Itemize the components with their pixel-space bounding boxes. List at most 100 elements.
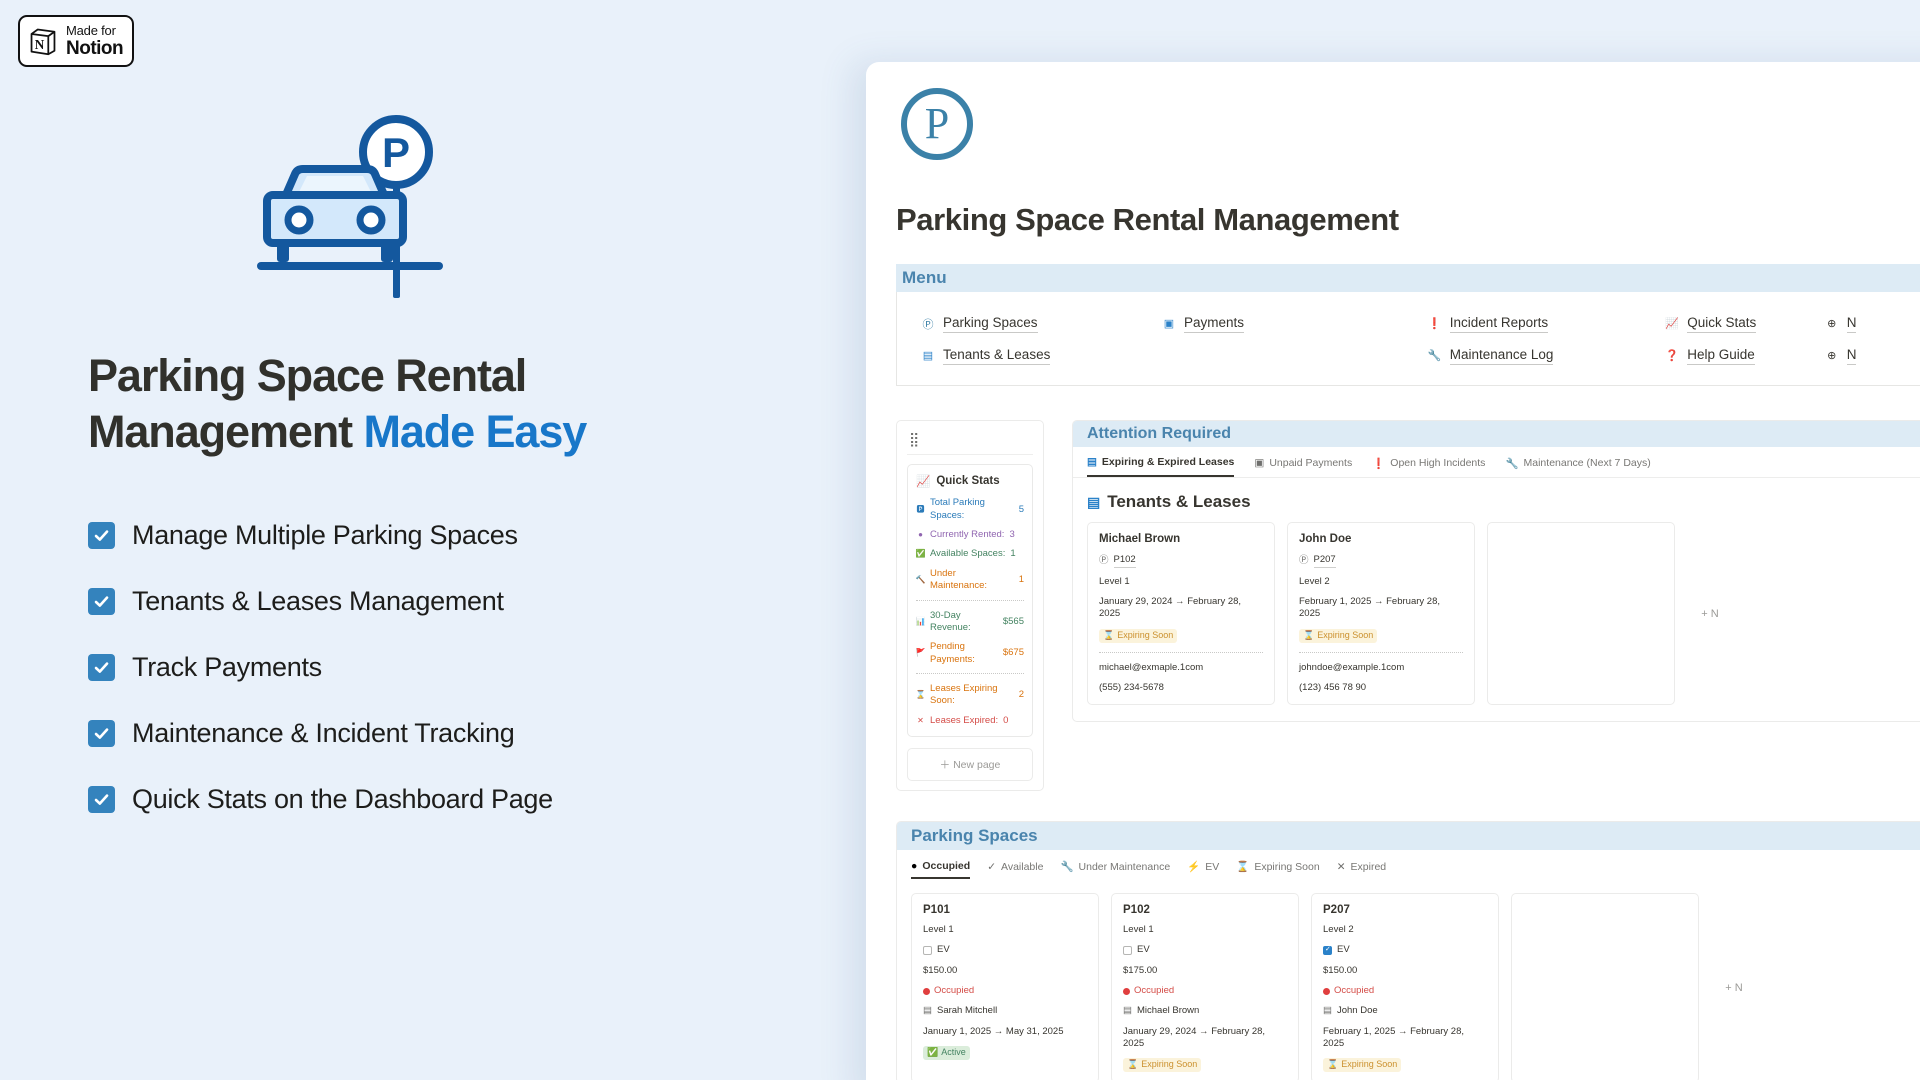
menu-item-label: Parking Spaces <box>943 314 1038 334</box>
tab-label: Maintenance (Next 7 Days) <box>1523 457 1651 470</box>
notion-app-window: P Parking Space Rental Management Menu Ⓟ… <box>866 62 1920 1080</box>
menu-column-1: Ⓟ Parking Spaces ▤ Tenants & Leases <box>921 314 1162 366</box>
tab-label: Available <box>1001 860 1044 873</box>
tab-label: EV <box>1205 860 1220 873</box>
person-icon: ▤ <box>1323 1005 1332 1017</box>
status-label: Expiring Soon <box>1317 629 1374 640</box>
heading-line-2-plain: Management <box>88 406 364 458</box>
status-label: Occupied <box>934 984 975 996</box>
stat-value: $565 <box>1002 615 1024 627</box>
space-lease-status-row: ⌛ Expiring Soon <box>1323 1058 1487 1072</box>
tenant-card-empty[interactable] <box>1487 522 1675 706</box>
page-title: Parking Space Rental Management Made Eas… <box>88 348 788 461</box>
space-ev-row[interactable]: EV <box>1123 944 1287 956</box>
parking-space-card[interactable]: P207 Level 2 EV $150.00 Occupied <box>1311 892 1499 1080</box>
menu-item-label: Maintenance Log <box>1449 346 1554 366</box>
parking-space-card-empty[interactable] <box>1511 892 1699 1080</box>
payment-icon: ▣ <box>1254 457 1265 470</box>
parking-space-card[interactable]: P102 Level 1 EV $175.00 Occupied ▤ Micha… <box>1111 892 1299 1080</box>
tab-under-maintenance[interactable]: 🔧 Under Maintenance <box>1060 860 1170 879</box>
menu-item-tenants-leases[interactable]: ▤ Tenants & Leases <box>921 346 1162 366</box>
space-ev-row[interactable]: EV <box>923 944 1087 956</box>
tenant-card[interactable]: Michael Brown Ⓟ P102 Level 1 January 29,… <box>1087 522 1275 706</box>
hourglass-icon: ⌛ <box>915 690 926 700</box>
grid-icon[interactable]: ⣿ <box>907 430 1033 454</box>
tab-expiring-expired-leases[interactable]: ▤ Expiring & Expired Leases <box>1087 456 1235 478</box>
menu-item-maintenance-log[interactable]: 🔧 Maintenance Log <box>1428 346 1665 366</box>
space-price: $175.00 <box>1123 964 1158 976</box>
tenant-space-row: Ⓟ P102 <box>1099 554 1263 568</box>
alert-icon: ❗ <box>1427 318 1442 331</box>
menu-column-4: 📈 Quick Stats ❓ Help Guide <box>1665 314 1824 366</box>
tenant-dates: January 29, 2024 → February 28, 2025 <box>1099 596 1242 620</box>
tab-ev[interactable]: ⚡ EV <box>1187 860 1219 879</box>
person-icon: ▤ <box>923 1005 932 1017</box>
hourglass-icon: ⌛ <box>1236 861 1250 874</box>
menu-item-quick-stats[interactable]: 📈 Quick Stats <box>1665 314 1824 334</box>
status-badge: ⌛ Expiring Soon <box>1299 628 1378 643</box>
tenant-card[interactable]: John Doe Ⓟ P207 Level 2 February 1, 2025… <box>1287 522 1475 706</box>
space-id: P207 <box>1323 903 1350 916</box>
menu-item-new-2[interactable]: ⊕ N <box>1825 346 1920 366</box>
ev-checkbox[interactable] <box>1123 945 1132 955</box>
stat-30-day-revenue: 📊 30-Day Revenue: $565 <box>916 610 1024 635</box>
tenant-level: Level 1 <box>1099 575 1130 587</box>
menu-item-incident-reports[interactable]: ❗ Incident Reports <box>1427 314 1665 334</box>
checkbox-checked-icon <box>88 785 115 813</box>
parking-icon: Ⓟ <box>922 318 934 331</box>
lease-status-label: Expiring Soon <box>1141 1059 1198 1070</box>
ev-checkbox[interactable] <box>923 945 932 955</box>
space-tenant: Michael Brown <box>1136 1005 1200 1017</box>
menu-item-help-guide[interactable]: ❓ Help Guide <box>1665 346 1824 366</box>
new-page-button[interactable]: ＋ New page <box>907 747 1033 781</box>
hourglass-icon: ⌛ <box>1103 629 1115 640</box>
tenant-email: michael@exmaple.1com <box>1099 661 1204 673</box>
stat-available-spaces: ✅ Available Spaces: 1 <box>916 548 1024 560</box>
tab-maintenance-next-7-days[interactable]: 🔧 Maintenance (Next 7 Days) <box>1505 456 1650 477</box>
tenant-space: P102 <box>1113 554 1136 568</box>
tab-occupied[interactable]: ● Occupied <box>911 860 971 879</box>
space-status-row: Occupied <box>1323 985 1487 997</box>
stat-value: 5 <box>1018 503 1024 515</box>
space-id: P102 <box>1123 903 1150 916</box>
space-status-row: Occupied <box>923 985 1087 997</box>
plug-icon: ⚡ <box>1187 861 1201 874</box>
green-check-icon: ✅ <box>915 549 926 559</box>
add-tenant-card-button[interactable]: + N <box>1687 522 1733 705</box>
wrench-icon: 🔧 <box>1505 457 1519 470</box>
parking-car-illustration: P <box>255 112 445 307</box>
check-icon: ✓ <box>987 860 997 873</box>
tenants-icon: ▤ <box>1087 493 1101 510</box>
add-parking-space-button[interactable]: + N <box>1711 893 1757 1080</box>
ev-checkbox[interactable] <box>1323 945 1332 955</box>
dotted-divider <box>1099 651 1263 653</box>
tab-expiring-soon[interactable]: ⌛ Expiring Soon <box>1236 860 1319 879</box>
status-label: Occupied <box>1334 984 1375 996</box>
tenant-status-row: ⌛ Expiring Soon <box>1099 628 1263 643</box>
tenant-dates: February 1, 2025 → February 28, 2025 <box>1299 596 1440 620</box>
id-card-icon: ▤ <box>1087 456 1097 469</box>
menu-item-parking-spaces[interactable]: Ⓟ Parking Spaces <box>921 314 1162 334</box>
menu-column-2: ▣ Payments <box>1162 314 1428 365</box>
space-ev-row[interactable]: EV <box>1323 944 1487 956</box>
tab-label: Expired <box>1350 860 1387 873</box>
tab-unpaid-payments[interactable]: ▣ Unpaid Payments <box>1254 456 1352 477</box>
hourglass-icon: ⌛ <box>1127 1059 1139 1070</box>
stat-label: Currently Rented: <box>930 529 1005 541</box>
space-level: Level 1 <box>1123 923 1154 935</box>
stat-value: 3 <box>1009 529 1015 541</box>
stat-under-maintenance: 🔨 Under Maintenance: 1 <box>916 568 1024 593</box>
menu-item-label: Incident Reports <box>1449 314 1549 334</box>
lease-status-label: Active <box>941 1046 966 1057</box>
id-card-icon: ▤ <box>922 350 934 363</box>
status-label: Expiring Soon <box>1117 629 1174 640</box>
menu-item-new-1[interactable]: ⊕ N <box>1825 314 1920 334</box>
feature-label: Quick Stats on the Dashboard Page <box>132 783 553 814</box>
menu-item-payments[interactable]: ▣ Payments <box>1162 314 1428 334</box>
tab-open-high-incidents[interactable]: ❗ Open High Incidents <box>1372 456 1485 477</box>
tab-available[interactable]: ✓ Available <box>987 860 1043 879</box>
parking-space-card[interactable]: P101 Level 1 EV $150.00 Occupied ▤ Sarah… <box>911 892 1099 1080</box>
space-price: $150.00 <box>1323 964 1358 976</box>
tab-expired[interactable]: ✕ Expired <box>1337 860 1386 879</box>
menu-column-3: ❗ Incident Reports 🔧 Maintenance Log <box>1427 314 1665 366</box>
